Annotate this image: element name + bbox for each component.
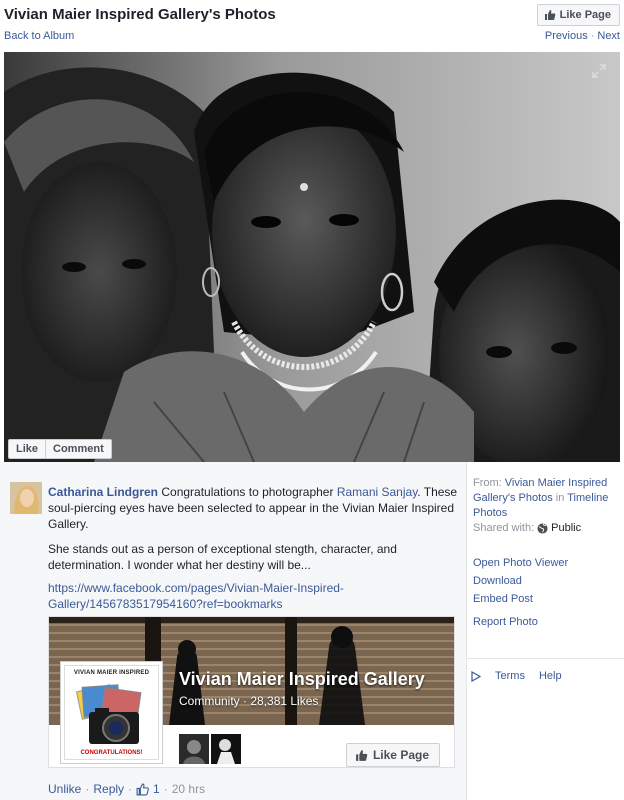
tagged-user-link[interactable]: Ramani Sanjay: [337, 485, 417, 499]
photo-image: [4, 52, 620, 462]
friend-face[interactable]: [179, 734, 209, 764]
photo-comment-button[interactable]: Comment: [45, 440, 111, 458]
avatar-image: [10, 482, 42, 514]
post-panel: Catharina Lindgren Congratulations to ph…: [0, 462, 466, 800]
previous-link[interactable]: Previous: [545, 30, 588, 42]
post-text: Catharina Lindgren Congratulations to ph…: [48, 484, 458, 532]
shared-value: Public: [551, 522, 582, 534]
card-friend-faces: [179, 734, 241, 764]
main-photo[interactable]: Like Comment: [4, 52, 620, 462]
expand-icon[interactable]: [592, 64, 606, 78]
photo-like-button[interactable]: Like: [9, 440, 45, 458]
friend-face[interactable]: [211, 734, 241, 764]
photo-options: Open Photo Viewer Download Embed Post: [473, 554, 568, 608]
post-paragraph: She stands out as a person of exceptiona…: [48, 542, 397, 572]
avatar[interactable]: [10, 482, 42, 514]
photo-pagination: Previous · Next: [545, 30, 620, 42]
card-page-name[interactable]: Vivian Maier Inspired Gallery: [179, 669, 425, 690]
help-link[interactable]: Help: [539, 670, 562, 682]
like-page-label: Like Page: [559, 9, 611, 21]
reply-link[interactable]: Reply: [93, 782, 124, 796]
terms-link[interactable]: Terms: [495, 670, 525, 682]
open-photo-viewer-link[interactable]: Open Photo Viewer: [473, 557, 568, 569]
actions-separator: ·: [85, 782, 90, 796]
thumbnail-inner: VIVIAN MAIER INSPIRED CONGRATULATIONS!: [64, 665, 159, 760]
pagination-separator: ·: [590, 30, 595, 42]
post-timestamp: 20 hrs: [171, 782, 206, 796]
unlike-link[interactable]: Unlike: [48, 782, 81, 796]
like-count[interactable]: 1: [153, 782, 160, 796]
embed-post-link[interactable]: Embed Post: [473, 593, 533, 605]
card-like-label: Like Page: [372, 748, 429, 762]
report-photo-link[interactable]: Report Photo: [473, 616, 538, 628]
thumbs-up-icon: [356, 749, 368, 761]
like-count-icon[interactable]: [136, 783, 149, 796]
back-to-album-link[interactable]: Back to Album: [4, 30, 74, 42]
photo-actions: Like Comment: [8, 439, 112, 459]
card-meta: Community · 28,381 Likes: [179, 694, 319, 708]
download-link[interactable]: Download: [473, 575, 522, 587]
in-label: in: [552, 492, 568, 504]
like-page-button[interactable]: Like Page: [536, 4, 620, 26]
post-url-link[interactable]: https://www.facebook.com/pages/Vivian-Ma…: [48, 580, 348, 612]
card-like-page-button[interactable]: Like Page: [345, 743, 440, 767]
post-actions: Unlike · Reply · 1 · 20 hrs: [48, 782, 205, 796]
page-card[interactable]: VIVIAN MAIER INSPIRED CONGRATULATIONS! V…: [48, 616, 455, 768]
actions-separator: ·: [163, 782, 168, 796]
page-title: Vivian Maier Inspired Gallery's Photos: [4, 6, 276, 23]
globe-icon: [537, 522, 548, 534]
photo-source: From: Vivian Maier Inspired Gallery's Ph…: [473, 476, 621, 521]
shared-with: Shared with: Public: [473, 522, 581, 534]
next-link[interactable]: Next: [597, 30, 620, 42]
thumbs-up-icon: [544, 10, 555, 20]
actions-separator: ·: [128, 782, 133, 796]
from-label: From:: [473, 477, 505, 489]
sidebar-divider: [467, 658, 624, 659]
shared-label: Shared with:: [473, 522, 535, 534]
page-thumbnail[interactable]: VIVIAN MAIER INSPIRED CONGRATULATIONS!: [60, 661, 163, 764]
sidebar-footer: Terms Help: [471, 670, 562, 682]
camera-icon: [75, 684, 142, 744]
photo-sidebar: From: Vivian Maier Inspired Gallery's Ph…: [466, 462, 624, 800]
adchoices-icon[interactable]: [471, 670, 481, 682]
thumbnail-caption: CONGRATULATIONS!: [80, 750, 143, 756]
author-link[interactable]: Catharina Lindgren: [48, 485, 158, 499]
post-text-part1: Congratulations to photographer: [158, 485, 337, 499]
